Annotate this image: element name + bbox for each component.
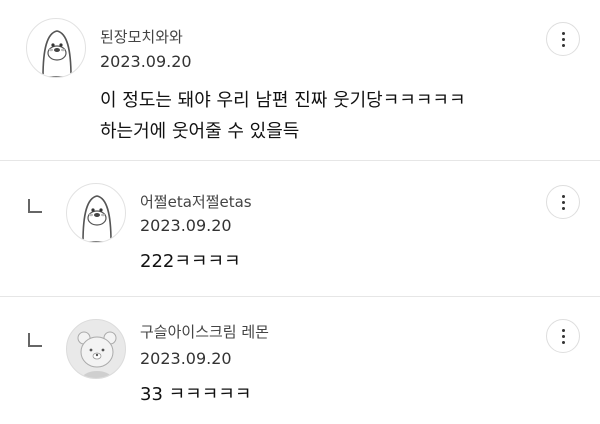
bear-avatar-icon	[77, 331, 117, 378]
comment-username[interactable]: 된장모치와와	[100, 26, 183, 47]
comment-text-line-1: 이 정도는 돼야 우리 남편 진짜 웃기당ㅋㅋㅋㅋㅋ	[100, 90, 466, 111]
comment-username[interactable]: 구슬아이스크림 레몬	[140, 321, 269, 342]
penguin-avatar-icon	[82, 195, 112, 242]
reply-comment-item: 구슬아이스크림 레몬 2023.09.20 33 ㅋㅋㅋㅋㅋ	[0, 297, 600, 424]
more-options-button[interactable]	[546, 185, 580, 219]
comment-username[interactable]: 어쩔eta저쩔etas	[140, 191, 252, 212]
comment-text-line-1: 222ㅋㅋㅋㅋ	[140, 251, 241, 272]
avatar[interactable]	[26, 18, 86, 78]
reply-arrow-icon	[28, 199, 42, 213]
more-options-button[interactable]	[546, 319, 580, 353]
comment-date: 2023.09.20	[140, 216, 232, 235]
comment-date: 2023.09.20	[100, 52, 192, 71]
avatar[interactable]	[66, 319, 126, 379]
comment-date: 2023.09.20	[140, 349, 232, 368]
reply-arrow-icon	[28, 333, 42, 347]
comment-text-line-2: 하는거에 웃어줄 수 있을득	[100, 121, 300, 142]
comment-text-line-1: 33 ㅋㅋㅋㅋㅋ	[140, 384, 252, 405]
avatar[interactable]	[66, 183, 126, 243]
reply-comment-item: 어쩔eta저쩔etas 2023.09.20 222ㅋㅋㅋㅋ	[0, 161, 600, 296]
penguin-avatar-icon	[42, 30, 72, 77]
more-options-button[interactable]	[546, 22, 580, 56]
comment-item: 된장모치와와 2023.09.20 이 정도는 돼야 우리 남편 진짜 웃기당ㅋ…	[0, 0, 600, 160]
